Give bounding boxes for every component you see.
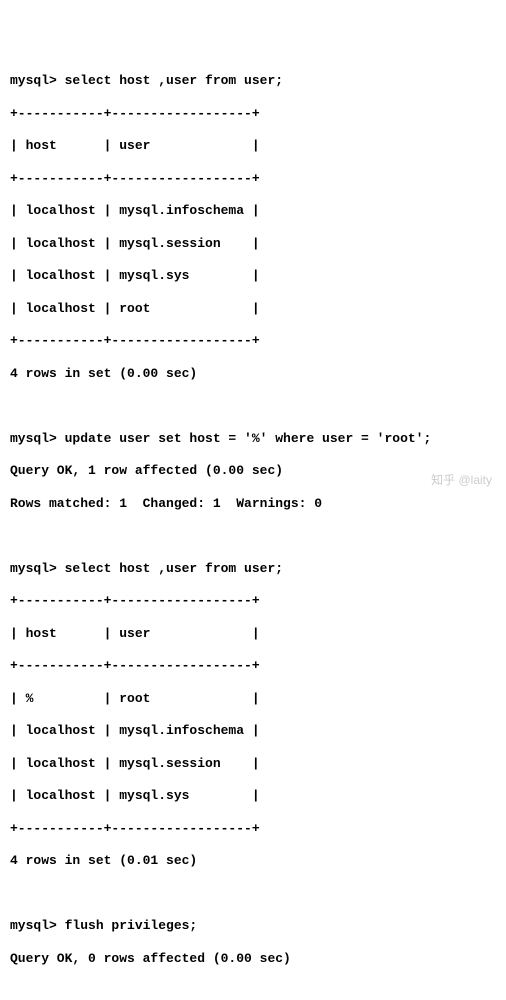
- table-row: | localhost | mysql.infoschema |: [10, 723, 496, 739]
- table-header: | host | user |: [10, 138, 496, 154]
- blank-line: [10, 886, 496, 902]
- blank-line: [10, 528, 496, 544]
- table-row: | localhost | mysql.infoschema |: [10, 203, 496, 219]
- terminal-line-prompt: mysql> flush privileges;: [10, 918, 496, 934]
- terminal-line-prompt: mysql> select host ,user from user;: [10, 561, 496, 577]
- table-row: | localhost | mysql.session |: [10, 236, 496, 252]
- terminal-line-prompt: mysql> select host ,user from user;: [10, 73, 496, 89]
- table-row: | localhost | mysql.sys |: [10, 788, 496, 804]
- table-border: +-----------+------------------+: [10, 821, 496, 837]
- table-row: | % | root |: [10, 691, 496, 707]
- result-footer: 4 rows in set (0.01 sec): [10, 853, 496, 869]
- table-row: | localhost | mysql.session |: [10, 756, 496, 772]
- table-border: +-----------+------------------+: [10, 658, 496, 674]
- table-border: +-----------+------------------+: [10, 333, 496, 349]
- terminal-line-prompt: mysql> update user set host = '%' where …: [10, 431, 496, 447]
- table-row: | localhost | mysql.sys |: [10, 268, 496, 284]
- result-footer: 4 rows in set (0.00 sec): [10, 366, 496, 382]
- blank-line: [10, 398, 496, 414]
- table-row: | localhost | root |: [10, 301, 496, 317]
- table-border: +-----------+------------------+: [10, 593, 496, 609]
- table-border: +-----------+------------------+: [10, 106, 496, 122]
- result-line: Query OK, 1 row affected (0.00 sec): [10, 463, 496, 479]
- watermark: 知乎 @laity: [431, 473, 492, 488]
- result-line: Rows matched: 1 Changed: 1 Warnings: 0: [10, 496, 496, 512]
- table-header: | host | user |: [10, 626, 496, 642]
- table-border: +-----------+------------------+: [10, 171, 496, 187]
- result-line: Query OK, 0 rows affected (0.00 sec): [10, 951, 496, 967]
